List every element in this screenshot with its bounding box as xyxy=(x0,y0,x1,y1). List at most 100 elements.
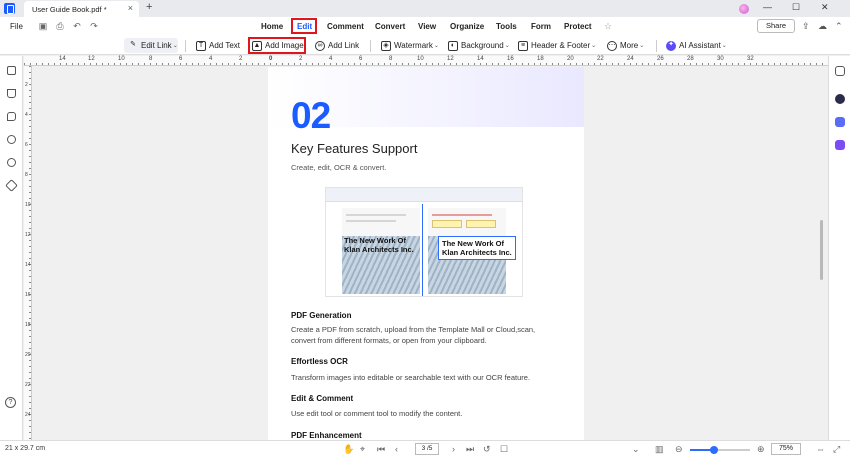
screenshot-highlight xyxy=(466,220,496,228)
maximize-icon[interactable]: ☐ xyxy=(792,2,800,13)
layers-icon[interactable] xyxy=(5,179,18,192)
print-icon[interactable]: ⎙ xyxy=(55,21,65,31)
ruler-label: 4 xyxy=(329,56,333,62)
add-text-button[interactable]: T Add Text xyxy=(196,38,240,53)
chevron-down-icon: ⌄ xyxy=(504,43,510,49)
bookmark-icon[interactable] xyxy=(7,89,16,98)
ruler-label: 12 xyxy=(88,56,95,62)
menu-bar: File ▣ ⎙ ↶ ↷ Home Edit Comment Convert V… xyxy=(0,17,850,36)
fit-page-icon[interactable]: ☐ xyxy=(500,444,508,455)
document-tab[interactable]: User Guide Book.pdf * × xyxy=(24,1,139,17)
new-tab-icon[interactable]: + xyxy=(146,1,152,13)
cloud-icon[interactable]: ☁ xyxy=(818,21,827,32)
watermark-button[interactable]: ◈ Watermark ⌄ xyxy=(381,38,439,53)
ruler-label: 8 xyxy=(149,56,153,62)
section-text: Transform images into editable or search… xyxy=(291,373,530,382)
menu-comment[interactable]: Comment xyxy=(327,22,364,31)
search-icon[interactable] xyxy=(7,158,16,167)
ai-check-icon[interactable] xyxy=(835,140,845,150)
ruler-label: 16 xyxy=(25,292,31,298)
vertical-scrollbar[interactable] xyxy=(820,220,823,280)
ruler-label: 32 xyxy=(747,56,754,62)
page-title: Key Features Support xyxy=(291,141,418,156)
share-button[interactable]: Share xyxy=(757,19,795,33)
zoom-slider[interactable] xyxy=(690,446,750,454)
ai-assistant-icon: ✦ xyxy=(666,40,676,51)
upload-icon[interactable]: ⇪ xyxy=(802,21,810,32)
screenshot-highlight xyxy=(432,220,462,228)
ruler-label: 18 xyxy=(537,56,544,62)
zoom-slider-handle[interactable] xyxy=(710,446,718,454)
menu-view[interactable]: View xyxy=(418,22,436,31)
zoom-in-icon[interactable]: ⊕ xyxy=(757,444,765,455)
ruler-label: 10 xyxy=(25,202,31,208)
background-button[interactable]: ◐ Background ⌄ xyxy=(448,38,510,53)
zoom-out-icon[interactable]: ⊖ xyxy=(675,444,683,455)
ruler-label: 10 xyxy=(417,56,424,62)
page-subtitle: Create, edit, OCR & convert. xyxy=(291,163,387,172)
close-tab-icon[interactable]: × xyxy=(128,3,133,13)
first-page-icon[interactable]: ⏮ xyxy=(377,444,385,455)
edit-highlight-box xyxy=(291,18,317,34)
screenshot-divider xyxy=(422,204,423,296)
fullscreen-icon[interactable]: ⤢ xyxy=(833,444,840,455)
ai-translate-icon[interactable] xyxy=(835,117,845,127)
ruler-label: 8 xyxy=(389,56,393,62)
menu-form[interactable]: Form xyxy=(531,22,551,31)
section-title: Effortless OCR xyxy=(291,357,348,366)
avatar[interactable] xyxy=(739,4,749,14)
menu-protect[interactable]: Protect xyxy=(564,22,592,31)
menu-tools[interactable]: Tools xyxy=(496,22,517,31)
minimize-icon[interactable]: — xyxy=(763,2,772,12)
section-title: PDF Enhancement xyxy=(291,431,362,440)
last-page-icon[interactable]: ⏭ xyxy=(466,444,474,455)
ruler-label: 18 xyxy=(25,322,31,328)
menu-organize[interactable]: Organize xyxy=(450,22,484,31)
select-tool-icon[interactable]: ⌖ xyxy=(360,444,365,455)
embedded-screenshot-image[interactable]: The New Work Of Klan Architects Inc. The… xyxy=(325,187,523,297)
page-layout-icon[interactable]: ▥ xyxy=(655,444,664,455)
collapse-icon[interactable]: ⌃ xyxy=(835,21,843,32)
document-tab-label: User Guide Book.pdf * xyxy=(32,5,107,14)
header-footer-button[interactable]: ≡ Header & Footer ⌄ xyxy=(518,38,596,53)
read-mode-icon[interactable]: ⌄ xyxy=(632,444,640,455)
comment-panel-icon[interactable] xyxy=(7,112,16,121)
horizontal-ruler: 14 12 10 8 6 4 2 0 2 4 6 8 10 12 14 16 1… xyxy=(24,56,828,66)
menu-home[interactable]: Home xyxy=(261,22,283,31)
ai-assistant-button[interactable]: ✦ AI Assistant ⌄ xyxy=(666,38,727,53)
attachment-icon[interactable] xyxy=(7,135,16,144)
ruler-label: 16 xyxy=(507,56,514,62)
ruler-label: 14 xyxy=(59,56,66,62)
close-window-icon[interactable]: ✕ xyxy=(821,2,829,13)
more-button[interactable]: ⋯ More ⌄ xyxy=(607,38,644,53)
ruler-label: 2 xyxy=(25,82,28,88)
thumbnail-icon[interactable] xyxy=(7,66,16,75)
background-icon: ◐ xyxy=(448,40,458,51)
file-menu[interactable]: File xyxy=(10,22,23,31)
ruler-label: 30 xyxy=(717,56,724,62)
hand-tool-icon[interactable]: ✋ xyxy=(343,444,354,455)
fit-width-icon[interactable]: ⇔ xyxy=(816,444,825,454)
rotate-icon[interactable]: ↺ xyxy=(483,444,491,455)
ruler-label: 12 xyxy=(25,232,31,238)
ai-chat-icon[interactable] xyxy=(835,94,845,104)
ruler-label: 20 xyxy=(25,352,31,358)
properties-icon[interactable] xyxy=(835,66,845,76)
page-number-input[interactable]: 3 /5 xyxy=(415,443,439,455)
save-icon[interactable]: ▣ xyxy=(38,21,48,31)
zoom-level-select[interactable]: 75% xyxy=(771,443,801,455)
edit-link-button[interactable]: ✎ Edit Link ⌄ xyxy=(128,38,178,53)
add-link-button[interactable]: ∞ Add Link xyxy=(315,38,359,53)
help-icon[interactable]: ? xyxy=(5,397,16,408)
undo-icon[interactable]: ↶ xyxy=(72,21,82,31)
chevron-down-icon: ⌄ xyxy=(721,43,727,49)
pdf-page[interactable]: 02 Key Features Support Create, edit, OC… xyxy=(268,67,584,440)
toolbar-divider xyxy=(656,40,657,52)
left-sidebar: ? xyxy=(0,56,23,440)
menu-convert[interactable]: Convert xyxy=(375,22,405,31)
redo-icon[interactable]: ↷ xyxy=(89,21,99,31)
next-page-icon[interactable]: › xyxy=(452,444,455,454)
prev-page-icon[interactable]: ‹ xyxy=(395,444,398,454)
star-icon[interactable]: ☆ xyxy=(604,21,612,32)
ruler-label: 22 xyxy=(25,382,31,388)
